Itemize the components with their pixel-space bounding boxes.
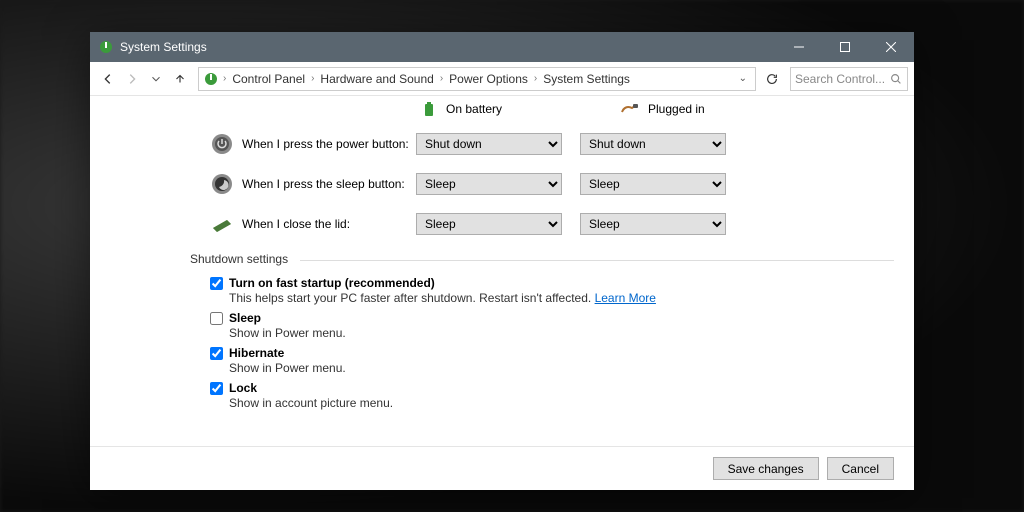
power-button-label: When I press the power button: <box>242 137 416 151</box>
window-title: System Settings <box>120 40 207 54</box>
close-lid-battery-select[interactable]: Sleep <box>416 213 562 235</box>
scroll-area[interactable]: On battery Plugged in When I press the p… <box>90 96 914 446</box>
search-placeholder: Search Control... <box>795 72 885 86</box>
sleep-button-battery-select[interactable]: Sleep <box>416 173 562 195</box>
check-fast-startup: Turn on fast startup (recommended) This … <box>210 276 894 305</box>
hibernate-desc: Show in Power menu. <box>229 361 894 375</box>
back-button[interactable] <box>96 67 120 91</box>
row-close-lid: When I close the lid: Sleep Sleep <box>210 212 894 236</box>
fast-startup-desc: This helps start your PC faster after sh… <box>229 291 591 305</box>
fast-startup-label: Turn on fast startup (recommended) <box>229 276 435 290</box>
search-input[interactable]: Search Control... <box>790 67 908 91</box>
close-button[interactable] <box>868 32 914 62</box>
crumb-power-options[interactable]: Power Options <box>447 72 530 86</box>
content: On battery Plugged in When I press the p… <box>90 96 914 446</box>
power-plan-icon <box>203 71 219 87</box>
plug-icon <box>620 102 640 116</box>
breadcrumb[interactable]: › Control Panel › Hardware and Sound › P… <box>198 67 756 91</box>
lock-label: Lock <box>229 381 257 395</box>
sleep-label: Sleep <box>229 311 261 325</box>
hibernate-label: Hibernate <box>229 346 284 360</box>
battery-icon <box>420 100 438 118</box>
save-changes-button[interactable]: Save changes <box>713 457 819 480</box>
chevron-right-icon: › <box>223 73 226 84</box>
power-button-icon <box>210 132 234 156</box>
navbar: › Control Panel › Hardware and Sound › P… <box>90 62 914 96</box>
sleep-button-label: When I press the sleep button: <box>242 177 416 191</box>
window: System Settings › Control Panel › Hardwa… <box>90 32 914 490</box>
close-lid-label: When I close the lid: <box>242 217 416 231</box>
app-icon <box>98 39 114 55</box>
crumb-hardware[interactable]: Hardware and Sound <box>318 72 435 86</box>
row-power-button: When I press the power button: Shut down… <box>210 132 894 156</box>
close-lid-plugged-select[interactable]: Sleep <box>580 213 726 235</box>
forward-button[interactable] <box>120 67 144 91</box>
laptop-lid-icon <box>210 212 234 236</box>
column-on-battery: On battery <box>420 100 580 118</box>
breadcrumb-dropdown[interactable]: ⌄ <box>735 73 751 84</box>
check-lock: Lock Show in account picture menu. <box>210 381 894 410</box>
maximize-button[interactable] <box>822 32 868 62</box>
lock-desc: Show in account picture menu. <box>229 396 894 410</box>
row-sleep-button: When I press the sleep button: Sleep Sle… <box>210 172 894 196</box>
hibernate-checkbox[interactable] <box>210 347 223 360</box>
up-button[interactable] <box>168 67 192 91</box>
power-button-plugged-select[interactable]: Shut down <box>580 133 726 155</box>
shutdown-settings-heading: Shutdown settings <box>190 252 894 268</box>
sleep-button-icon <box>210 172 234 196</box>
recent-dropdown[interactable] <box>144 67 168 91</box>
titlebar: System Settings <box>90 32 914 62</box>
chevron-right-icon: › <box>534 73 537 84</box>
check-hibernate: Hibernate Show in Power menu. <box>210 346 894 375</box>
chevron-right-icon: › <box>440 73 443 84</box>
check-sleep: Sleep Show in Power menu. <box>210 311 894 340</box>
lock-checkbox[interactable] <box>210 382 223 395</box>
sleep-desc: Show in Power menu. <box>229 326 894 340</box>
cancel-button[interactable]: Cancel <box>827 457 894 480</box>
power-button-battery-select[interactable]: Shut down <box>416 133 562 155</box>
crumb-system-settings[interactable]: System Settings <box>541 72 632 86</box>
learn-more-link[interactable]: Learn More <box>595 291 656 305</box>
refresh-button[interactable] <box>760 67 784 91</box>
fast-startup-checkbox[interactable] <box>210 277 223 290</box>
search-icon <box>889 72 903 86</box>
crumb-control-panel[interactable]: Control Panel <box>230 72 307 86</box>
sleep-checkbox[interactable] <box>210 312 223 325</box>
column-plugged-in: Plugged in <box>620 100 780 118</box>
footer: Save changes Cancel <box>90 446 914 490</box>
chevron-right-icon: › <box>311 73 314 84</box>
minimize-button[interactable] <box>776 32 822 62</box>
sleep-button-plugged-select[interactable]: Sleep <box>580 173 726 195</box>
